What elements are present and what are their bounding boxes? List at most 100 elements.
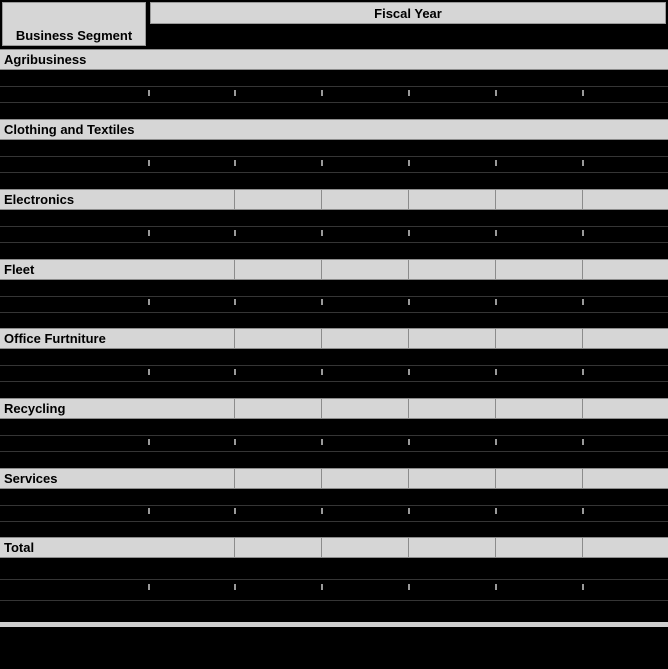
row-separator (0, 505, 668, 506)
segment-header-divider (495, 260, 497, 279)
segment-data-redacted (0, 489, 668, 537)
segment-header-divider (495, 399, 497, 418)
segment-title: Office Furtniture (4, 331, 106, 346)
column-stub (321, 299, 323, 305)
column-stub (234, 160, 236, 166)
column-stub (495, 90, 497, 96)
segment-header-divider (582, 399, 584, 418)
column-stub (234, 508, 236, 514)
row-separator (0, 312, 668, 313)
segment-data-redacted (0, 349, 668, 398)
column-stub (148, 230, 150, 236)
segment-title: Services (4, 471, 58, 486)
segment-header-row: Fleet (0, 259, 668, 280)
segment-header-divider (234, 329, 236, 348)
column-stub (408, 90, 410, 96)
segment-title: Fleet (4, 262, 35, 277)
column-stub (408, 369, 410, 375)
column-stub (321, 439, 323, 445)
segment-header-divider (321, 329, 323, 348)
column-stub (234, 230, 236, 236)
column-stub (495, 439, 497, 445)
segment-header-row: Electronics (0, 189, 668, 210)
segment-header-divider (408, 538, 410, 557)
fiscal-year-header-label: Fiscal Year (374, 5, 442, 21)
column-stub (148, 584, 150, 590)
column-stub (408, 160, 410, 166)
row-separator (0, 172, 668, 173)
business-segment-header: Business Segment (2, 2, 146, 46)
row-separator (0, 242, 668, 243)
column-stub (582, 90, 584, 96)
business-segment-header-label: Business Segment (15, 28, 133, 43)
segment-data-redacted (0, 140, 668, 189)
segment-header-divider (408, 329, 410, 348)
row-separator (0, 600, 668, 601)
row-separator (0, 435, 668, 436)
row-separator (0, 365, 668, 366)
segment-header-divider (234, 399, 236, 418)
column-stub (148, 299, 150, 305)
row-separator (0, 381, 668, 382)
segment-header-divider (408, 399, 410, 418)
column-stub (234, 299, 236, 305)
column-stub (148, 369, 150, 375)
column-stub (321, 160, 323, 166)
column-stub (495, 369, 497, 375)
segment-header-divider (582, 538, 584, 557)
column-stub (321, 369, 323, 375)
segment-header-divider (582, 469, 584, 488)
segment-header-divider (495, 469, 497, 488)
column-stub (408, 508, 410, 514)
segment-header-divider (582, 260, 584, 279)
segment-header-divider (495, 190, 497, 209)
row-separator (0, 579, 668, 580)
segment-header-divider (321, 469, 323, 488)
row-separator (0, 521, 668, 522)
column-stub (582, 299, 584, 305)
column-stub (582, 369, 584, 375)
segment-title: Clothing and Textiles (4, 122, 135, 137)
column-stub (408, 230, 410, 236)
segment-data-redacted (0, 419, 668, 468)
segment-data-redacted (0, 558, 668, 622)
column-stub (582, 439, 584, 445)
fiscal-year-header: Fiscal Year (150, 2, 666, 24)
segment-header-divider (321, 190, 323, 209)
column-stub (495, 299, 497, 305)
segment-header-divider (234, 538, 236, 557)
column-stub (408, 299, 410, 305)
column-stub (148, 160, 150, 166)
segment-header-row: Clothing and Textiles (0, 119, 668, 140)
column-stub (408, 439, 410, 445)
row-separator (0, 226, 668, 227)
segment-header-divider (321, 399, 323, 418)
segment-header-divider (321, 260, 323, 279)
fiscal-year-columns-redacted (150, 28, 666, 46)
column-stub (495, 230, 497, 236)
column-stub (321, 230, 323, 236)
row-separator (0, 102, 668, 103)
column-stub (148, 90, 150, 96)
segment-title: Agribusiness (4, 52, 87, 67)
column-stub (582, 508, 584, 514)
spreadsheet-table: Business Segment Fiscal Year Agribusines… (0, 0, 668, 669)
segment-header-divider (408, 260, 410, 279)
column-stub (495, 508, 497, 514)
segment-data-redacted (0, 70, 668, 119)
segment-header-divider (321, 538, 323, 557)
column-stub (148, 508, 150, 514)
column-stub (582, 584, 584, 590)
row-separator (0, 86, 668, 87)
segment-title: Electronics (4, 192, 75, 207)
segment-header-divider (234, 190, 236, 209)
column-stub (582, 160, 584, 166)
column-stub (321, 90, 323, 96)
column-stub (234, 439, 236, 445)
segment-header-divider (234, 260, 236, 279)
row-separator (0, 156, 668, 157)
column-stub (234, 584, 236, 590)
segment-data-redacted (0, 210, 668, 259)
segment-header-row: Recycling (0, 398, 668, 419)
segment-header-divider (408, 469, 410, 488)
